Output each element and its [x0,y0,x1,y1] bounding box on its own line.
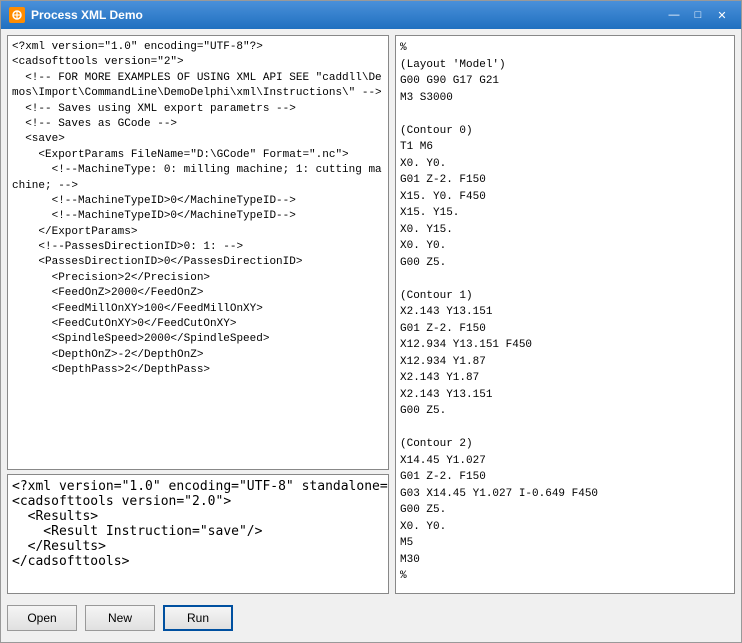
window-controls: — □ ✕ [663,6,733,24]
title-bar-left: Process XML Demo [9,7,143,23]
run-button[interactable]: Run [163,605,233,631]
gcode-result: % (Layout 'Model') G00 G90 G17 G21 M3 S3… [400,40,730,585]
app-icon [9,7,25,23]
xml-content-bottom: <?xml version="1.0" encoding="UTF-8" sta… [12,479,384,569]
left-panel: <?xml version="1.0" encoding="UTF-8"?> <… [7,35,389,594]
new-button[interactable]: New [85,605,155,631]
open-button[interactable]: Open [7,605,77,631]
xml-editor-bottom[interactable]: <?xml version="1.0" encoding="UTF-8" sta… [7,474,389,594]
xml-content-top: <?xml version="1.0" encoding="UTF-8"?> <… [12,40,384,379]
main-panels: <?xml version="1.0" encoding="UTF-8"?> <… [7,35,735,594]
content-area: <?xml version="1.0" encoding="UTF-8"?> <… [1,29,741,642]
right-panel[interactable]: % (Layout 'Model') G00 G90 G17 G21 M3 S3… [395,35,735,594]
xml-editor-top[interactable]: <?xml version="1.0" encoding="UTF-8"?> <… [7,35,389,470]
minimize-button[interactable]: — [663,6,685,24]
title-bar: Process XML Demo — □ ✕ [1,1,741,29]
main-window: Process XML Demo — □ ✕ <?xml version="1.… [0,0,742,643]
window-title: Process XML Demo [31,8,143,22]
close-button[interactable]: ✕ [711,6,733,24]
maximize-button[interactable]: □ [687,6,709,24]
button-bar: Open New Run [7,600,735,636]
gcode-output: % (Layout 'Model') G00 G90 G17 G21 M3 S3… [400,40,730,585]
